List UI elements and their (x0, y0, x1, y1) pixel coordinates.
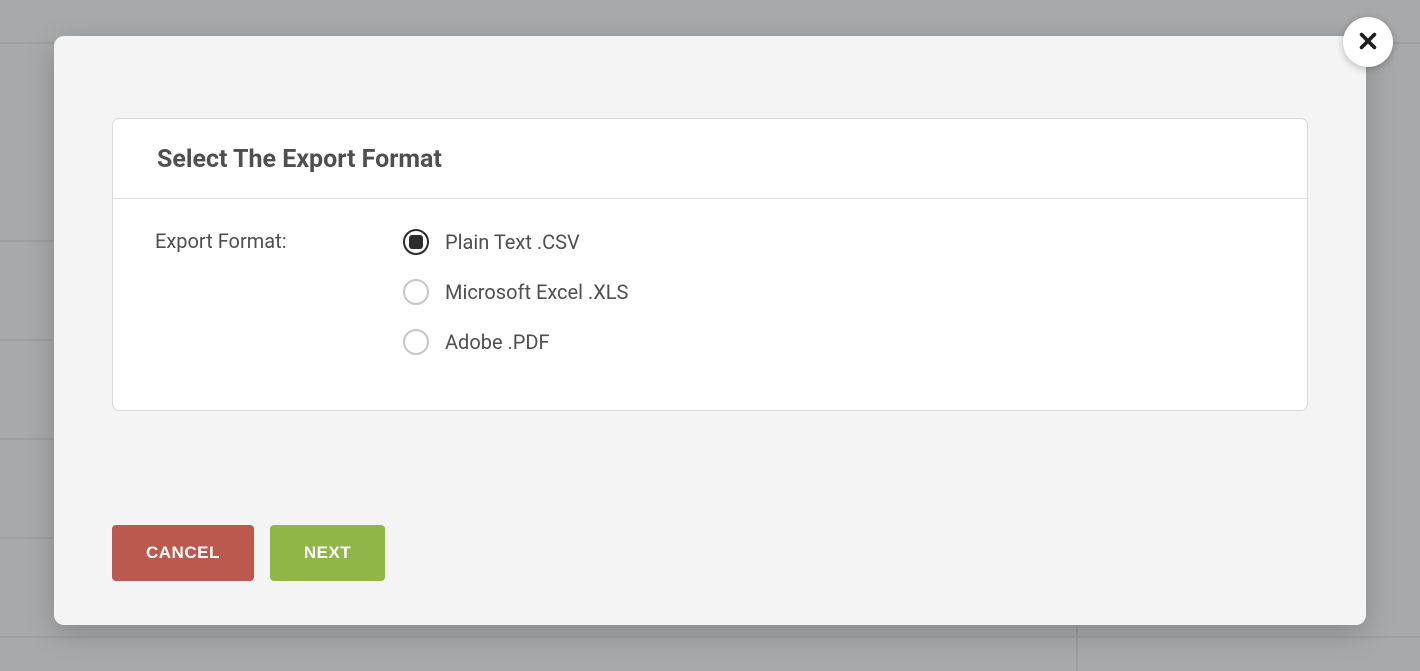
radio-option-xls[interactable]: Microsoft Excel .XLS (403, 279, 628, 305)
radio-option-pdf[interactable]: Adobe .PDF (403, 329, 628, 355)
close-button[interactable] (1343, 17, 1393, 67)
panel-body: Export Format: Plain Text .CSV Microsoft… (113, 199, 1307, 410)
radio-icon (403, 279, 429, 305)
field-label: Export Format: (155, 229, 403, 355)
radio-label: Plain Text .CSV (445, 230, 580, 254)
radio-option-csv[interactable]: Plain Text .CSV (403, 229, 628, 255)
radio-group-export-format: Plain Text .CSV Microsoft Excel .XLS Ado… (403, 229, 628, 355)
radio-icon (403, 329, 429, 355)
panel: Select The Export Format Export Format: … (112, 118, 1308, 411)
radio-icon (403, 229, 429, 255)
cancel-button[interactable]: CANCEL (112, 525, 254, 581)
panel-title: Select The Export Format (157, 145, 1263, 174)
panel-header: Select The Export Format (113, 119, 1307, 199)
button-row: CANCEL NEXT (112, 525, 385, 581)
export-format-modal: Select The Export Format Export Format: … (54, 36, 1366, 625)
radio-label: Microsoft Excel .XLS (445, 280, 628, 304)
radio-label: Adobe .PDF (445, 330, 550, 354)
next-button[interactable]: NEXT (270, 525, 385, 581)
close-icon (1357, 30, 1379, 55)
